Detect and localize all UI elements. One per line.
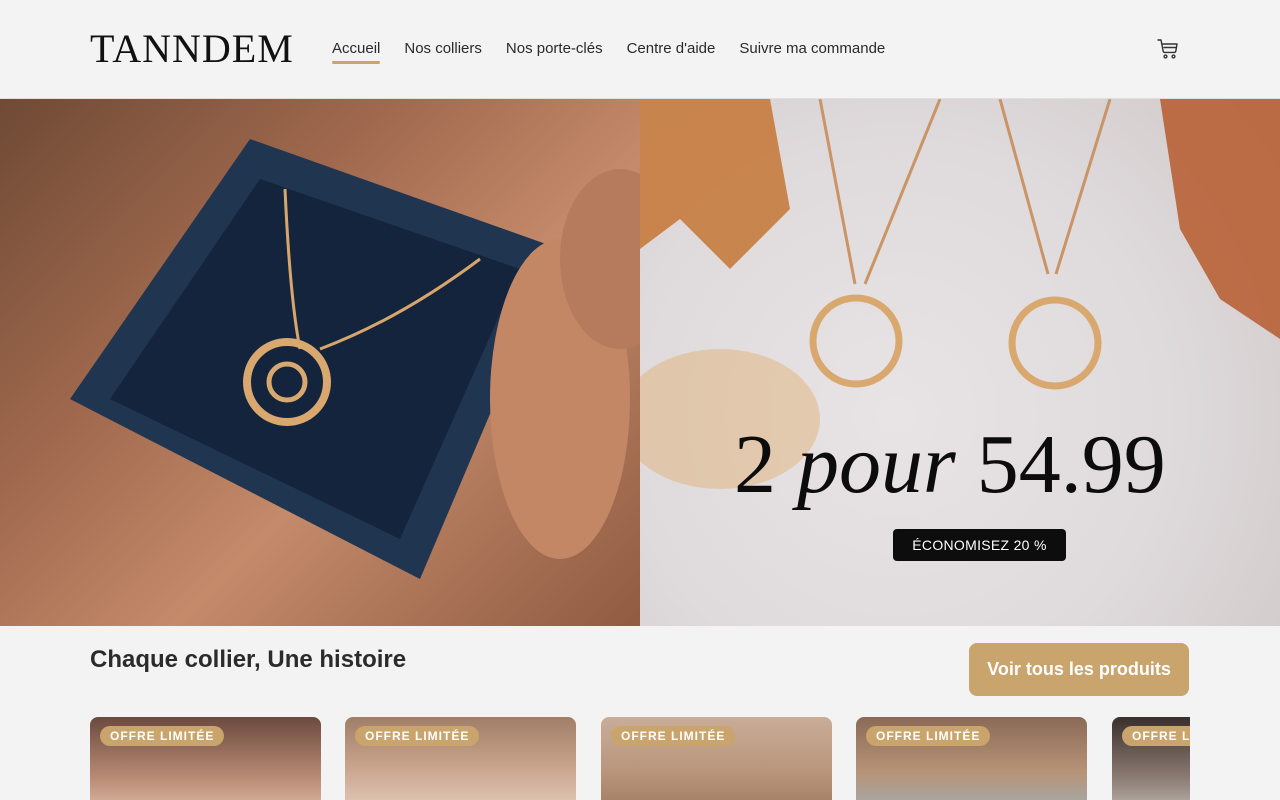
- promo-text-price: 54.99: [955, 418, 1166, 511]
- product-card[interactable]: OFFRE LIMITÉE: [90, 717, 321, 800]
- nav-item-accueil[interactable]: Accueil: [332, 38, 381, 64]
- promo-text-number: 2: [734, 418, 797, 511]
- product-card[interactable]: OFFRE LIMITÉE: [345, 717, 576, 800]
- promo-title: 2 pour 54.99: [734, 417, 1166, 513]
- limited-offer-badge: OFFRE LIMITÉE: [866, 726, 991, 746]
- limited-offer-badge: OFFRE LIMITÉE: [100, 726, 225, 746]
- see-all-products-button[interactable]: Voir tous les produits: [969, 643, 1189, 696]
- section-title: Chaque collier, Une histoire: [90, 646, 407, 673]
- limited-offer-badge: OFFRE LIMITÉE: [611, 726, 736, 746]
- nav-item-nos-colliers[interactable]: Nos colliers: [404, 38, 482, 60]
- limited-offer-badge: OFFRE LIMITÉE: [355, 726, 480, 746]
- limited-offer-badge: OFFRE LIMITÉE: [1122, 726, 1190, 746]
- site-header: TANNDEM Accueil Nos colliers Nos porte-c…: [0, 0, 1280, 99]
- nav-item-nos-porte-cles[interactable]: Nos porte-clés: [506, 38, 603, 60]
- main-nav: Accueil Nos colliers Nos porte-clés Cent…: [332, 38, 885, 64]
- nav-item-suivre-commande[interactable]: Suivre ma commande: [739, 38, 885, 60]
- product-card[interactable]: OFFRE LIMITÉE: [601, 717, 832, 800]
- promo-savings-badge: ÉCONOMISEZ 20 %: [893, 529, 1066, 561]
- cart-icon[interactable]: [1156, 37, 1180, 61]
- nav-item-centre-aide[interactable]: Centre d'aide: [627, 38, 716, 60]
- product-card[interactable]: OFFRE LIMITÉE: [856, 717, 1087, 800]
- hero-image-gift-box: [0, 99, 680, 626]
- promo-text-pour: pour: [797, 418, 956, 511]
- product-card[interactable]: OFFRE LIMITÉE: [1112, 717, 1190, 800]
- product-carousel: OFFRE LIMITÉE OFFRE LIMITÉE OFFRE LIMITÉ…: [90, 717, 1190, 800]
- hero-banner[interactable]: 2 pour 54.99 ÉCONOMISEZ 20 %: [0, 99, 1280, 626]
- brand-logo[interactable]: TANNDEM: [90, 27, 294, 71]
